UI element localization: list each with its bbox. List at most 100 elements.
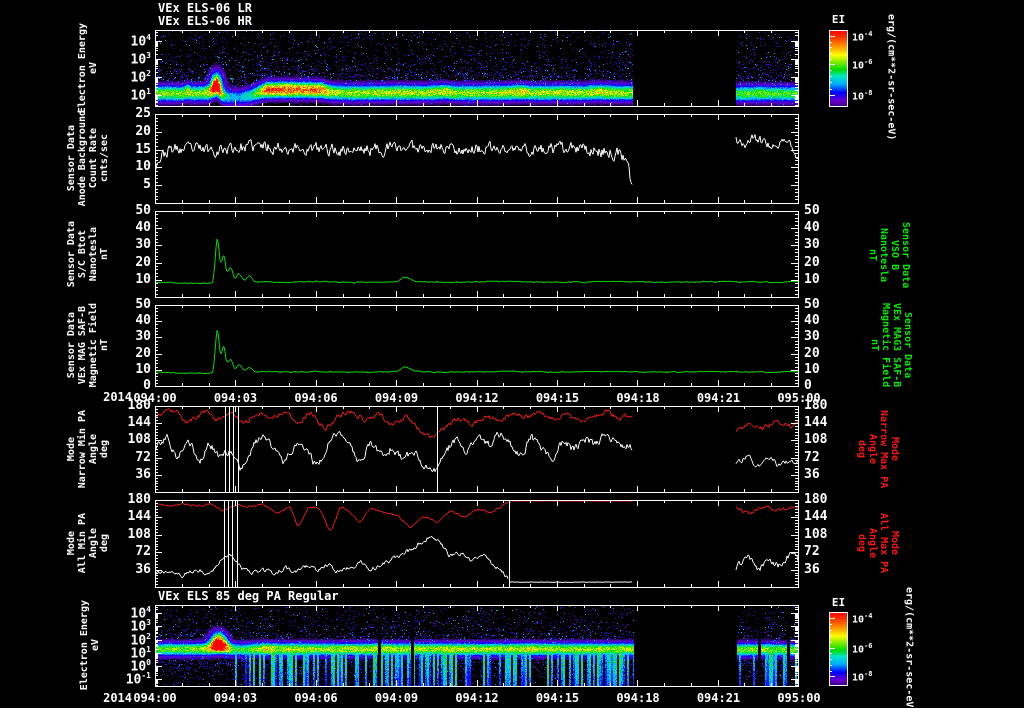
y-tick-label-right: 40	[804, 313, 820, 329]
ylabel-line: All Min PA	[77, 512, 88, 574]
y-tick-label: 30	[135, 237, 151, 253]
y-tick-label: 40	[135, 220, 151, 236]
colorbar-tick-label: 10-6	[852, 641, 873, 656]
sc-btot-plot	[155, 211, 799, 298]
y-tick-label: 20	[135, 123, 151, 139]
ylabel-line: Angle	[867, 527, 878, 559]
x-tick-label: 094:09	[374, 691, 419, 705]
y-tick-label: 144	[127, 509, 151, 525]
y-tick-label: 36	[135, 466, 151, 482]
y-tick-label: 180	[127, 398, 151, 413]
panel1-title: VEx ELS-06 LR VEx ELS-06 HR	[158, 2, 252, 28]
panel6-right-label: Mode All Max PA Angle deg	[846, 498, 910, 588]
ylabel-line: Mode	[66, 530, 77, 556]
ylabel-line: Magnetic Field	[88, 303, 99, 388]
ylabel-line: Sensor Data	[66, 220, 77, 288]
panel3-right-label: Sensor Data VSO B Nanotesla nT	[850, 209, 928, 301]
x-tick-label: 094:09	[374, 391, 419, 405]
ylabel-line: Nanotesla	[878, 227, 889, 283]
colorbar-tick-label: 10-8	[852, 670, 873, 684]
narrow-pa-plot	[155, 406, 799, 493]
ylabel-line: VEx MAG SAF-B	[77, 306, 88, 385]
x-tick-label: 094:06	[294, 391, 338, 405]
colorbar-title: EI	[831, 596, 846, 609]
ylabel-line: VEx MAG3 SAF-B	[891, 303, 902, 388]
y-tick-label-right: 20	[804, 254, 820, 270]
ylabel-line: nT	[869, 339, 880, 352]
ylabel-line: Sensor Data	[66, 312, 77, 379]
y-tick-label: 108	[127, 432, 151, 448]
x-tick-label: 094:15	[535, 391, 580, 405]
vex-mag-field-plot	[155, 305, 799, 387]
y-tick-label-right: 144	[804, 509, 828, 525]
y-tick-label: 50	[135, 203, 151, 218]
y-tick-label-right: 30	[804, 329, 820, 345]
ylabel-line: Mode	[889, 436, 900, 462]
vex-quicklook-plot: VEx ELS-06 LR VEx ELS-06 HR VEx ELS 85 de…	[0, 0, 1024, 708]
y-tick-label: 5	[143, 177, 151, 193]
y-tick-label-right: 40	[804, 220, 820, 236]
y-tick-label: 10	[135, 271, 151, 287]
y-tick-label: 40	[135, 313, 151, 329]
ylabel-line: Electron Energy	[79, 600, 90, 691]
y-tick-label-right: 30	[804, 237, 820, 253]
ylabel-line: All Max PA	[878, 512, 889, 574]
x-tick-label: 094:21	[696, 391, 741, 405]
panel4-right-label: Sensor Data VEx MAG3 SAF-B Magnetic Fiel…	[850, 303, 932, 388]
els-lr-hr-spectrogram	[155, 30, 799, 107]
ylabel-line: eV	[88, 61, 99, 75]
x-tick-label: 094:18	[616, 691, 660, 705]
y-tick-label-right: 50	[804, 203, 820, 218]
panel7-title: VEx ELS 85 deg PA Regular	[158, 590, 339, 603]
y-tick-label: 180	[127, 492, 151, 507]
x-tick-label: 094:12	[455, 391, 499, 405]
panel1-title-line1: VEx ELS-06 LR	[158, 1, 252, 15]
ylabel-line: Narrow Max PA	[878, 409, 889, 489]
ylabel-line: Angle	[88, 433, 99, 465]
ylabel-line: Count Rate	[88, 127, 99, 189]
colorbar-bottom	[829, 612, 848, 686]
colorbar-unit-text: erg/(cm**2-sr-sec-eV)	[903, 586, 915, 708]
colorbar-top	[829, 30, 848, 107]
ylabel-line: Sensor Data	[900, 221, 911, 289]
y-tick-label: 10	[135, 159, 151, 175]
y-tick-label-right: 72	[804, 449, 820, 465]
y-tick-label: 102	[130, 69, 151, 86]
x-tick-label: 094:21	[696, 691, 741, 705]
ylabel-line: Sensor Data	[66, 124, 77, 192]
x-tick-label: 095:00	[777, 691, 821, 705]
ylabel-line: Magnetic Field	[880, 303, 891, 388]
ylabel-line: Mode	[889, 530, 900, 556]
y-tick-label-right: 180	[804, 492, 828, 507]
all-pa-plot	[155, 500, 799, 588]
x-tick-label: 094:18	[616, 391, 660, 405]
ylabel-line: eV	[90, 639, 101, 652]
panel1-colorbar-unit: erg/(cm**2-sr-sec-eV)	[884, 2, 898, 152]
ylabel-line: Electron Energy	[77, 22, 88, 114]
ylabel-line: Nanotesla	[88, 226, 99, 282]
y-tick-label-right: 20	[804, 345, 820, 361]
y-tick-label-right: 108	[804, 526, 828, 542]
x-tick-label: 094:03	[213, 391, 258, 405]
ylabel-line: Angle	[88, 527, 99, 559]
ylabel-line: Mode	[66, 436, 77, 462]
colorbar-title: EI	[831, 13, 846, 26]
y-tick-label-right: 36	[804, 466, 820, 482]
y-tick-label: 25	[135, 106, 151, 121]
ylabel-line: Narrow Min PA	[77, 409, 88, 489]
y-tick-label-right: 10	[804, 361, 820, 377]
colorbar-unit-text: erg/(cm**2-sr-sec-eV)	[885, 13, 897, 141]
y-tick-label: 144	[127, 415, 151, 431]
count-rate-plot	[155, 114, 799, 204]
y-tick-label-right: 180	[804, 398, 828, 413]
ylabel-line: VSO B	[889, 239, 900, 271]
y-tick-label-right: 50	[804, 297, 820, 312]
y-tick-label: 10	[135, 361, 151, 377]
y-tick-label: 72	[135, 544, 151, 560]
y-tick-label: 15	[135, 141, 151, 157]
x-tick-label: 094:03	[213, 691, 258, 705]
panel5-right-label: Mode Narrow Max PA Angle deg	[846, 404, 910, 494]
y-tick-label: 50	[135, 297, 151, 312]
y-tick-label: 104	[130, 604, 151, 622]
y-tick-label: 72	[135, 449, 151, 465]
